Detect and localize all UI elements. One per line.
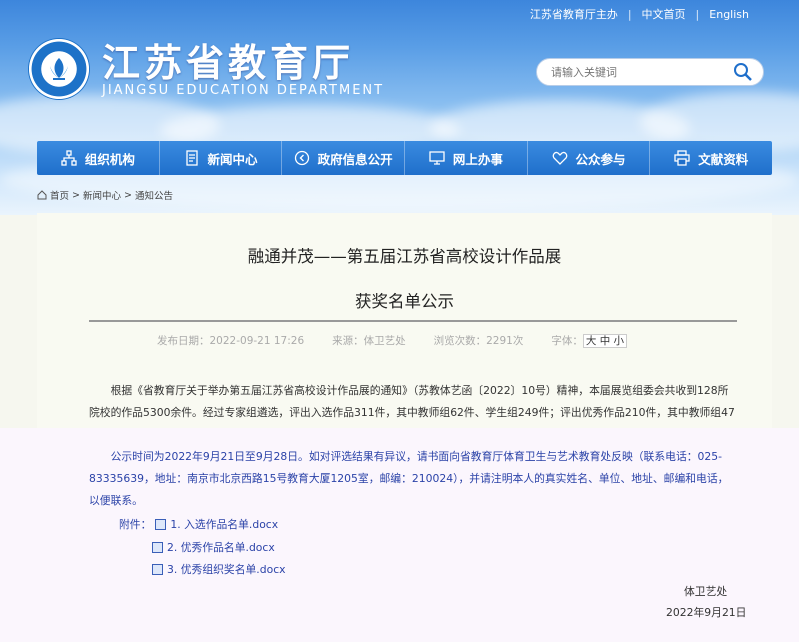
nav-label: 组织机构 (84, 151, 135, 167)
lower-section: 公示时间为2022年9月21日至9月28日。如对评选结果有异议，请书面向省教育厅… (0, 428, 799, 642)
nav-label: 公众参与 (575, 151, 626, 167)
attachment-row-2: 2. 优秀作品名单.docx (152, 539, 275, 555)
attachment-row-3: 3. 优秀组织奖名单.docx (152, 561, 286, 577)
nav-item-online[interactable]: 网上办事 (405, 141, 528, 175)
signer: 体卫艺处 (684, 585, 728, 598)
printer-icon (674, 150, 690, 166)
emblem-icon (28, 38, 90, 100)
monitor-icon (429, 151, 445, 165)
article-meta: 发布日期：2022-09-21 17:26 来源：体卫艺处 浏览次数：2291次… (157, 333, 628, 348)
search-box (536, 58, 764, 86)
attach-label: 附件： (119, 518, 152, 531)
attachment-link-3[interactable]: 3. 优秀组织奖名单.docx (167, 561, 286, 577)
doc-icon (152, 563, 163, 575)
info-disclosure-icon (294, 150, 309, 166)
divider: | (695, 7, 700, 21)
search-input[interactable] (537, 64, 733, 80)
main-nav: 组织机构 新闻中心 政府信息公开 网上办事 公众参与 文献资料 (37, 141, 772, 175)
nav-item-org[interactable]: 组织机构 (37, 141, 160, 175)
doc-icon (155, 518, 167, 530)
news-icon (185, 150, 198, 166)
site-title: 江苏省教育厅 (102, 40, 355, 85)
search-icon[interactable] (733, 62, 753, 86)
top-links: 江苏省教育厅主办 | 中文首页 | English (520, 6, 759, 22)
breadcrumb-notice[interactable]: 通知公告 (135, 188, 173, 202)
header-banner: 江苏省教育厅主办 | 中文首页 | English 江苏省教育厅 JIANGSU… (0, 0, 799, 215)
source-info: 来源：体卫艺处 (332, 335, 406, 347)
site-title-en: JIANGSU EDUCATION DEPARTMENT (102, 82, 385, 98)
nav-item-docs[interactable]: 文献资料 (650, 141, 772, 175)
nav-label: 新闻中心 (207, 151, 258, 167)
org-chart-icon (61, 150, 77, 166)
nav-label: 文献资料 (698, 151, 749, 167)
site-logo[interactable]: 江苏省教育厅 JIANGSU EDUCATION DEPARTMENT (28, 38, 384, 100)
attachment-row-1: 附件： 1. 入选作品名单.docx (119, 516, 278, 532)
article-title-line1: 融通并茂——第五届江苏省高校设计作品展 (247, 247, 562, 266)
publish-info: 发布日期：2022-09-21 17:26 (157, 335, 305, 347)
breadcrumb-news[interactable]: 新闻中心 (83, 188, 121, 202)
home-icon (37, 190, 47, 200)
nav-item-public[interactable]: 公众参与 (528, 141, 651, 175)
cn-home-link[interactable]: 中文首页 (632, 6, 696, 22)
paragraph-2: 公示时间为2022年9月21日至9月28日。如对评选结果有异议，请书面向省教育厅… (89, 450, 729, 507)
breadcrumb: 首页 > 新闻中心 > 通知公告 (37, 188, 173, 202)
breadcrumb-sep: > (124, 189, 132, 201)
sign-date: 2022年9月21日 (666, 606, 747, 619)
host-text: 江苏省教育厅主办 (529, 8, 618, 21)
english-link[interactable]: English (699, 8, 759, 21)
nav-item-info[interactable]: 政府信息公开 (282, 141, 406, 175)
title-divider (89, 320, 737, 322)
views-info: 浏览次数：2291次 (433, 335, 524, 347)
article-title-line2: 获奖名单公示 (355, 292, 454, 311)
breadcrumb-home[interactable]: 首页 (50, 188, 69, 202)
divider: | (627, 7, 632, 21)
article-body-2: 公示时间为2022年9月21日至9月28日。如对评选结果有异议，请书面向省教育厅… (89, 446, 739, 512)
nav-item-news[interactable]: 新闻中心 (160, 141, 283, 175)
nav-label: 网上办事 (452, 151, 503, 167)
attachment-link-2[interactable]: 2. 优秀作品名单.docx (167, 539, 275, 555)
breadcrumb-sep: > (72, 189, 80, 201)
nav-label: 政府信息公开 (317, 151, 393, 167)
font-size-toggle[interactable]: 大 中 小 (582, 334, 628, 348)
font-size-info: 字体：大 中 小 (551, 333, 628, 348)
doc-icon (152, 541, 163, 553)
heart-icon (552, 151, 567, 165)
attachment-link-1[interactable]: 1. 入选作品名单.docx (170, 516, 278, 532)
